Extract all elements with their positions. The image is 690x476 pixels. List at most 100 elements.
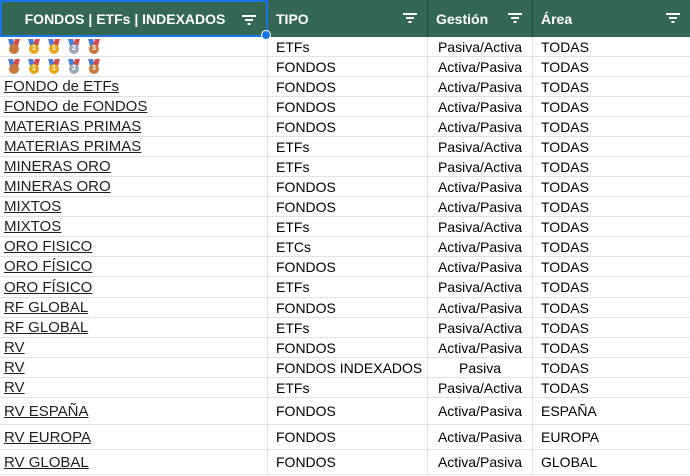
- cell-tipo[interactable]: ETFs: [268, 137, 428, 156]
- cell-gestion[interactable]: Pasiva/Activa: [428, 277, 533, 297]
- cell-gestion[interactable]: Pasiva/Activa: [428, 318, 533, 337]
- cell-area[interactable]: TODAS: [533, 378, 690, 397]
- cell-tipo[interactable]: FONDOS: [268, 338, 428, 357]
- cell-area[interactable]: TODAS: [533, 77, 690, 96]
- cell-tipo[interactable]: FONDOS: [268, 425, 428, 449]
- fondo-link[interactable]: MINERAS ORO: [4, 158, 111, 175]
- cell-area[interactable]: TODAS: [533, 358, 690, 377]
- cell-fondo[interactable]: MATERIAS PRIMAS: [0, 117, 268, 136]
- fondo-link[interactable]: RV: [4, 339, 25, 356]
- fondo-link[interactable]: RF GLOBAL: [4, 319, 88, 336]
- cell-gestion[interactable]: Pasiva: [428, 358, 533, 377]
- cell-area[interactable]: TODAS: [533, 177, 690, 196]
- fondo-link[interactable]: ORO FÍSICO: [4, 279, 92, 296]
- cell-area[interactable]: TODAS: [533, 117, 690, 136]
- cell-gestion[interactable]: Activa/Pasiva: [428, 338, 533, 357]
- cell-tipo[interactable]: FONDOS: [268, 298, 428, 317]
- cell-fondo[interactable]: MIXTOS: [0, 217, 268, 236]
- cell-tipo[interactable]: ETFs: [268, 378, 428, 397]
- cell-gestion[interactable]: Activa/Pasiva: [428, 450, 533, 474]
- cell-tipo[interactable]: FONDOS: [268, 97, 428, 116]
- filter-icon[interactable]: [403, 13, 417, 23]
- cell-fondo[interactable]: RV GLOBAL: [0, 450, 268, 474]
- cell-tipo[interactable]: FONDOS: [268, 197, 428, 216]
- cell-tipo[interactable]: FONDOS: [268, 57, 428, 76]
- filter-icon[interactable]: [508, 13, 522, 23]
- fondo-link[interactable]: ORO FÍSICO: [4, 258, 92, 275]
- cell-fondo[interactable]: ORO FÍSICO: [0, 257, 268, 276]
- cell-tipo[interactable]: ETFs: [268, 37, 428, 56]
- cell-gestion[interactable]: Pasiva/Activa: [428, 37, 533, 56]
- cell-gestion[interactable]: Activa/Pasiva: [428, 197, 533, 216]
- cell-fondo[interactable]: ORO FISICO: [0, 237, 268, 256]
- fondo-link[interactable]: ORO FISICO: [4, 238, 92, 255]
- cell-tipo[interactable]: FONDOS: [268, 117, 428, 136]
- fondo-link[interactable]: MATERIAS PRIMAS: [4, 138, 141, 155]
- cell-fondo[interactable]: ORO FÍSICO: [0, 277, 268, 297]
- column-header-gestion[interactable]: Gestión: [428, 0, 533, 37]
- cell-fondo[interactable]: MINERAS ORO: [0, 177, 268, 196]
- cell-tipo[interactable]: ETCs: [268, 237, 428, 256]
- cell-fondo[interactable]: RF GLOBAL: [0, 318, 268, 337]
- cell-fondo[interactable]: RV: [0, 358, 268, 377]
- cell-fondo[interactable]: FONDO de ETFs: [0, 77, 268, 96]
- cell-tipo[interactable]: FONDOS: [268, 257, 428, 276]
- cell-fondo[interactable]: RF GLOBAL: [0, 298, 268, 317]
- cell-area[interactable]: TODAS: [533, 57, 690, 76]
- cell-area[interactable]: TODAS: [533, 37, 690, 56]
- fondo-link[interactable]: RV EUROPA: [4, 429, 91, 446]
- cell-tipo[interactable]: ETFs: [268, 157, 428, 176]
- cell-gestion[interactable]: Activa/Pasiva: [428, 298, 533, 317]
- cell-area[interactable]: TODAS: [533, 157, 690, 176]
- fondo-link[interactable]: MATERIAS PRIMAS: [4, 118, 141, 135]
- cell-fondo[interactable]: RV EUROPA: [0, 425, 268, 449]
- cell-tipo[interactable]: FONDOS INDEXADOS: [268, 358, 428, 377]
- filter-icon[interactable]: [666, 13, 680, 23]
- cell-fondo[interactable]: FONDO de FONDOS: [0, 97, 268, 116]
- cell-area[interactable]: TODAS: [533, 277, 690, 297]
- cell-area[interactable]: TODAS: [533, 338, 690, 357]
- cell-tipo[interactable]: FONDOS: [268, 77, 428, 96]
- cell-area[interactable]: GLOBAL: [533, 450, 690, 474]
- cell-tipo[interactable]: FONDOS: [268, 450, 428, 474]
- cell-gestion[interactable]: Activa/Pasiva: [428, 257, 533, 276]
- cell-area[interactable]: ESPAÑA: [533, 398, 690, 424]
- cell-area[interactable]: TODAS: [533, 237, 690, 256]
- fondo-link[interactable]: MINERAS ORO: [4, 178, 111, 195]
- cell-fondo[interactable]: RV: [0, 378, 268, 397]
- column-header-fondos[interactable]: FONDOS | ETFs | INDEXADOS: [0, 0, 271, 40]
- cell-fondo[interactable]: RV ESPAÑA: [0, 398, 268, 424]
- cell-gestion[interactable]: Activa/Pasiva: [428, 237, 533, 256]
- cell-area[interactable]: TODAS: [533, 298, 690, 317]
- cell-gestion[interactable]: Activa/Pasiva: [428, 117, 533, 136]
- cell-fondo[interactable]: MINERAS ORO: [0, 157, 268, 176]
- cell-tipo[interactable]: ETFs: [268, 277, 428, 297]
- cell-area[interactable]: TODAS: [533, 318, 690, 337]
- cell-fondo[interactable]: 1123: [0, 57, 268, 76]
- cell-gestion[interactable]: Pasiva/Activa: [428, 137, 533, 156]
- fondo-link[interactable]: RF GLOBAL: [4, 299, 88, 316]
- column-header-tipo[interactable]: TIPO: [268, 0, 428, 37]
- cell-tipo[interactable]: ETFs: [268, 217, 428, 236]
- cell-area[interactable]: TODAS: [533, 257, 690, 276]
- cell-fondo[interactable]: RV: [0, 338, 268, 357]
- cell-fondo[interactable]: MIXTOS: [0, 197, 268, 216]
- fondo-link[interactable]: FONDO de FONDOS: [4, 98, 147, 115]
- cell-fondo[interactable]: 1123: [0, 37, 268, 56]
- cell-gestion[interactable]: Pasiva/Activa: [428, 217, 533, 236]
- cell-gestion[interactable]: Pasiva/Activa: [428, 378, 533, 397]
- cell-fondo[interactable]: MATERIAS PRIMAS: [0, 137, 268, 156]
- cell-area[interactable]: TODAS: [533, 137, 690, 156]
- selection-handle[interactable]: [261, 30, 271, 40]
- fondo-link[interactable]: MIXTOS: [4, 198, 61, 215]
- cell-gestion[interactable]: Activa/Pasiva: [428, 425, 533, 449]
- filter-icon[interactable]: [242, 15, 256, 25]
- cell-tipo[interactable]: FONDOS: [268, 398, 428, 424]
- cell-gestion[interactable]: Activa/Pasiva: [428, 97, 533, 116]
- cell-gestion[interactable]: Activa/Pasiva: [428, 177, 533, 196]
- cell-gestion[interactable]: Activa/Pasiva: [428, 77, 533, 96]
- cell-area[interactable]: TODAS: [533, 217, 690, 236]
- fondo-link[interactable]: RV GLOBAL: [4, 454, 89, 471]
- cell-area[interactable]: TODAS: [533, 97, 690, 116]
- fondo-link[interactable]: MIXTOS: [4, 218, 61, 235]
